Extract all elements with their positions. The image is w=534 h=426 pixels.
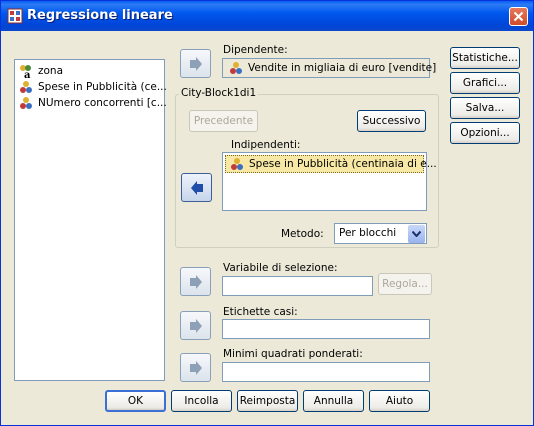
- help-button[interactable]: Aiuto: [369, 390, 430, 412]
- plots-button[interactable]: Grafici...: [450, 72, 520, 94]
- case-labels-field[interactable]: [222, 319, 430, 339]
- ok-button[interactable]: OK: [105, 390, 166, 412]
- dependent-label: Dipendente:: [223, 44, 288, 56]
- previous-block-button[interactable]: Precedente: [189, 110, 258, 132]
- move-to-wls-button[interactable]: [180, 353, 211, 382]
- cancel-button[interactable]: Annulla: [303, 390, 364, 412]
- arrow-left-icon: [191, 181, 203, 195]
- dropdown-button[interactable]: [408, 225, 425, 243]
- arrow-right-icon: [190, 319, 202, 333]
- linear-regression-dialog: Regressione lineare a zona Spese in Pubb…: [0, 0, 534, 426]
- statistics-button[interactable]: Statistiche...: [450, 47, 520, 69]
- selection-variable-field[interactable]: [222, 276, 373, 296]
- reset-button[interactable]: Reimposta: [237, 390, 298, 412]
- list-item[interactable]: Spese in Pubblicità (centinaia di e...: [225, 155, 437, 173]
- scale-variable-icon: [20, 97, 32, 109]
- window-title: Regressione lineare: [27, 8, 173, 23]
- svg-text:a: a: [24, 70, 31, 78]
- app-icon: [7, 8, 23, 24]
- independents-label: Indipendenti:: [231, 139, 301, 151]
- method-select[interactable]: Per blocchi: [334, 223, 427, 244]
- next-block-button[interactable]: Successivo: [357, 110, 426, 132]
- arrow-right-icon: [190, 57, 202, 71]
- paste-button[interactable]: Incolla: [171, 390, 232, 412]
- move-to-dependent-button[interactable]: [180, 49, 211, 78]
- wls-label: Minimi quadrati ponderati:: [223, 348, 363, 360]
- close-button[interactable]: [509, 7, 528, 26]
- scale-variable-icon: [231, 158, 243, 170]
- block-title: City-Block1di1: [179, 87, 259, 99]
- dependent-field[interactable]: Vendite in migliaia di euro [vendite]: [222, 58, 436, 78]
- independents-list[interactable]: Spese in Pubblicità (centinaia di e...: [222, 152, 437, 211]
- move-to-case-labels-button[interactable]: [180, 311, 211, 340]
- dependent-value: Vendite in migliaia di euro [vendite]: [248, 62, 437, 74]
- title-bar[interactable]: Regressione lineare: [1, 1, 533, 31]
- move-to-selection-button[interactable]: [180, 267, 211, 296]
- arrow-right-icon: [190, 361, 202, 375]
- save-button[interactable]: Salva...: [450, 97, 520, 119]
- close-icon: [513, 11, 524, 22]
- case-labels-label: Etichette casi:: [223, 306, 298, 318]
- nominal-variable-icon: a: [20, 65, 31, 78]
- arrow-right-icon: [190, 275, 202, 289]
- scale-variable-icon: [230, 62, 242, 74]
- chevron-down-icon: [412, 231, 421, 237]
- wls-field[interactable]: [222, 362, 430, 382]
- options-button[interactable]: Opzioni...: [450, 122, 520, 144]
- selection-variable-label: Variabile di selezione:: [223, 262, 338, 274]
- variables-list[interactable]: a zona Spese in Pubblicità (ce... NUmero…: [14, 59, 167, 381]
- move-from-independents-button[interactable]: [181, 173, 212, 202]
- scale-variable-icon: [20, 81, 32, 93]
- method-label: Metodo:: [281, 228, 324, 240]
- rule-button[interactable]: Regola...: [378, 273, 432, 295]
